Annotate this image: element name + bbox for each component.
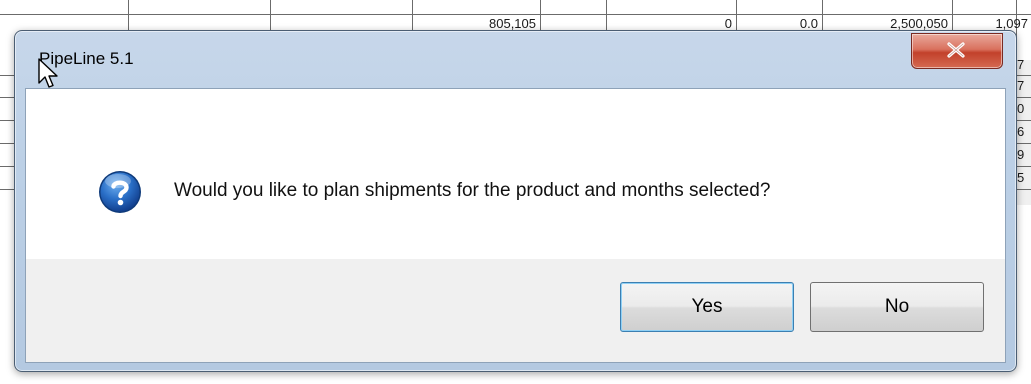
grid-line <box>606 0 607 30</box>
sheet-cell: 0 <box>1017 101 1025 116</box>
button-area: Yes No <box>26 259 1005 362</box>
message-text: Would you like to plan shipments for the… <box>174 180 771 201</box>
grid-line <box>736 0 737 30</box>
close-icon <box>947 42 965 58</box>
sheet-cell: 7 <box>1017 57 1025 72</box>
sheet-cell: 1,097 <box>995 16 1028 31</box>
question-icon <box>99 171 141 213</box>
dialog-titlebar[interactable]: PipeLine 5.1 <box>15 31 1016 89</box>
grid-line <box>270 0 271 30</box>
sheet-cell: 5 <box>1017 170 1025 185</box>
sheet-cell: 6 <box>1017 124 1025 139</box>
no-button[interactable]: No <box>810 282 984 332</box>
message-dialog: PipeLine 5.1 Would you like to plan ship… <box>14 30 1017 372</box>
sheet-cell: 805,105 <box>489 16 536 31</box>
sheet-cell: 0 <box>724 16 732 31</box>
sheet-cell: 7 <box>1017 78 1025 93</box>
dialog-client-area: Would you like to plan shipments for the… <box>25 88 1006 363</box>
sheet-cell: 9 <box>1017 147 1025 162</box>
grid-line <box>0 14 1031 15</box>
message-area: Would you like to plan shipments for the… <box>26 89 1005 259</box>
sheet-cell: 2,500,050 <box>890 16 948 31</box>
close-button[interactable] <box>911 33 1003 69</box>
grid-line <box>540 0 541 30</box>
grid-line <box>952 0 953 30</box>
grid-line <box>128 0 129 30</box>
grid-line <box>822 0 823 30</box>
yes-button[interactable]: Yes <box>620 282 794 332</box>
sheet-cell: 0.0 <box>799 16 818 31</box>
mouse-pointer-icon <box>38 58 58 88</box>
grid-line <box>412 0 413 30</box>
